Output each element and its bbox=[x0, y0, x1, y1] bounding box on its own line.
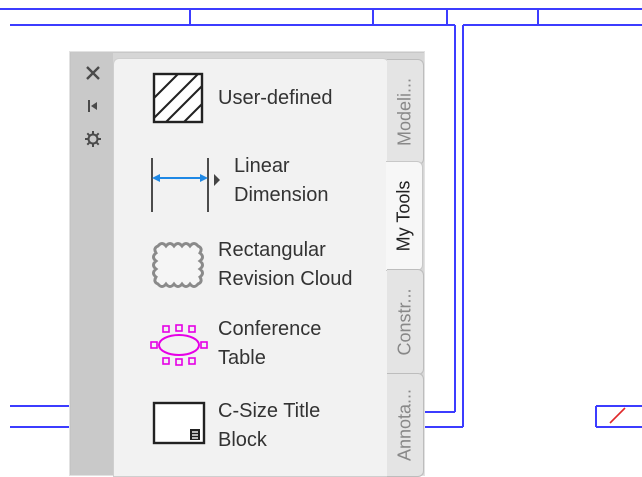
tab-modeling[interactable]: Modeli... bbox=[387, 59, 424, 165]
tool-label: Linear Dimension bbox=[234, 155, 329, 206]
linear-dimension-icon bbox=[151, 158, 220, 212]
tab-label: Annota... bbox=[394, 388, 415, 462]
conference-table-icon bbox=[150, 324, 208, 366]
tool-label: Rectangular Revision Cloud bbox=[218, 239, 353, 290]
palette-titlebar[interactable] bbox=[71, 53, 113, 475]
tool-conference-table[interactable]: Conference Table bbox=[114, 311, 388, 381]
tab-label: Constr... bbox=[394, 288, 415, 356]
tool-title-block[interactable]: C-Size Title Block bbox=[114, 391, 388, 461]
close-icon[interactable] bbox=[79, 61, 107, 85]
tool-linear-dimension[interactable]: Linear Dimension bbox=[114, 152, 388, 222]
tool-user-defined[interactable]: User-defined bbox=[114, 67, 388, 137]
palette-tabs: Modeli... My Tools Constr... Annota... bbox=[386, 53, 424, 477]
tool-revision-cloud[interactable]: Rectangular Revision Cloud bbox=[114, 232, 388, 302]
tab-construction[interactable]: Constr... bbox=[387, 269, 424, 375]
palette-tools-panel: User-defined Linear Dimension Rectangula… bbox=[113, 58, 389, 477]
tab-label: My Tools bbox=[393, 180, 414, 252]
tool-palette: User-defined Linear Dimension Rectangula… bbox=[70, 52, 424, 477]
tab-my-tools[interactable]: My Tools bbox=[386, 161, 423, 271]
auto-hide-icon[interactable] bbox=[79, 94, 107, 118]
revision-cloud-icon bbox=[152, 242, 204, 288]
tool-label: Conference Table bbox=[218, 318, 322, 369]
properties-icon[interactable] bbox=[79, 127, 107, 151]
tab-label: Modeli... bbox=[394, 77, 415, 147]
tool-label: C-Size Title Block bbox=[218, 400, 321, 451]
tool-label: User-defined bbox=[218, 87, 333, 109]
title-block-icon bbox=[152, 401, 206, 445]
hatch-icon bbox=[152, 72, 204, 124]
tab-annotation[interactable]: Annota... bbox=[387, 373, 424, 477]
